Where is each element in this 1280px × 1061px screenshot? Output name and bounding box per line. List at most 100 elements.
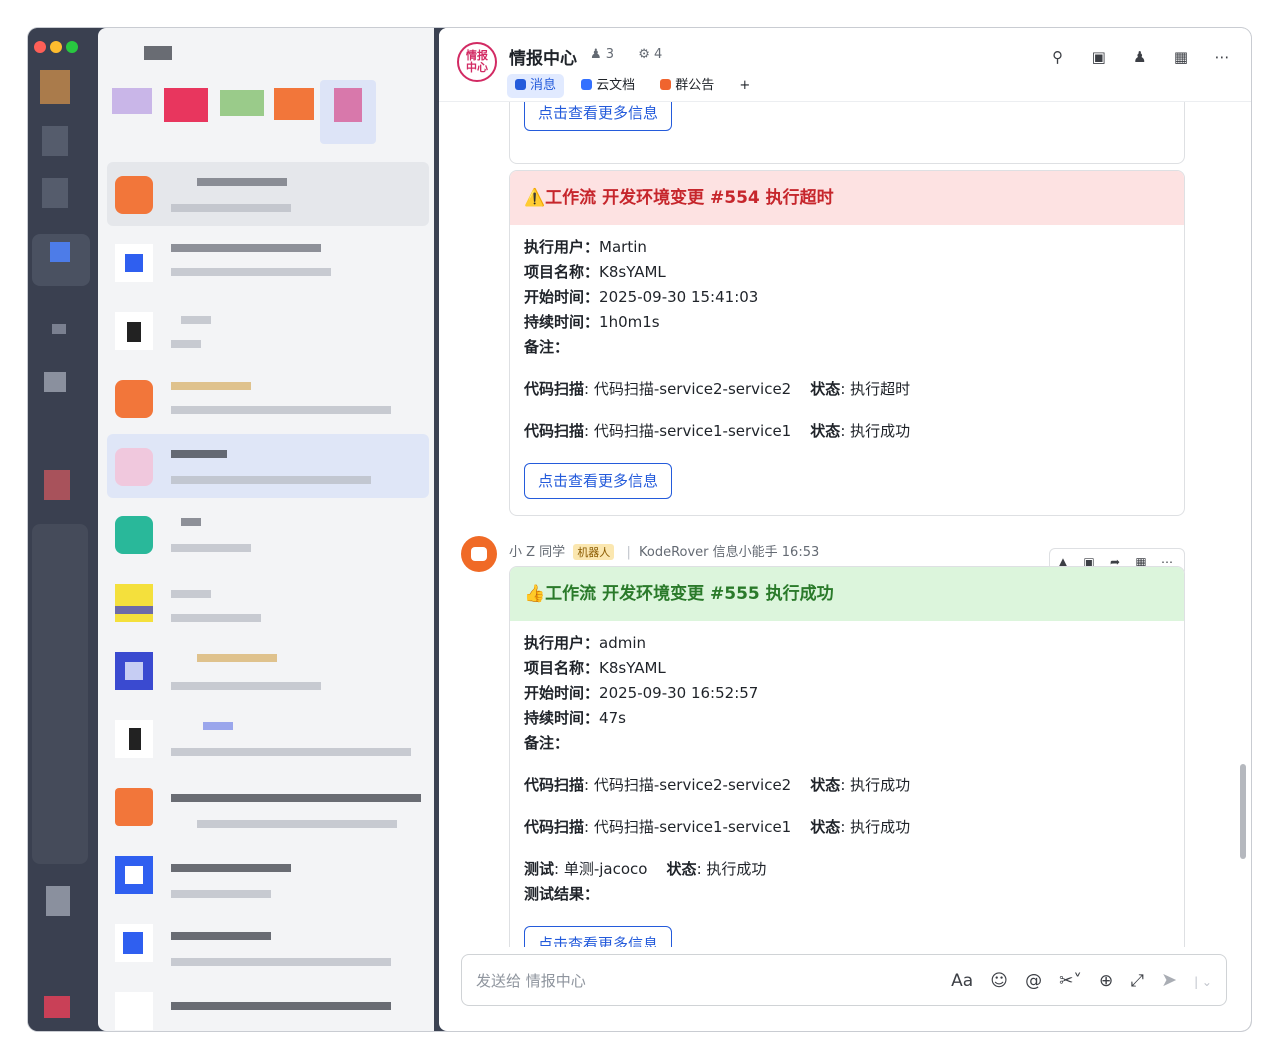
- list-item[interactable]: [107, 162, 429, 226]
- chat-bubble-icon: [515, 79, 526, 90]
- chat-tabs: 消息 云文档 群公告 +: [507, 74, 762, 98]
- status-key: 状态: [666, 860, 697, 878]
- add-icon[interactable]: ⊕: [1099, 968, 1113, 994]
- list-item[interactable]: [107, 570, 429, 634]
- list-item[interactable]: [107, 706, 429, 770]
- field-value: K8sYAML: [599, 659, 666, 677]
- field-colon: ：: [554, 338, 570, 356]
- more-info-button[interactable]: 点击查看更多信息: [524, 102, 673, 131]
- tab-announcement[interactable]: 群公告: [652, 74, 722, 98]
- tab-docs[interactable]: 云文档: [573, 74, 643, 98]
- search-icon[interactable]: ⚲: [1047, 46, 1069, 68]
- field-colon: ：: [584, 288, 600, 306]
- calendar-icon[interactable]: ▦: [1170, 46, 1192, 68]
- page-title[interactable]: 情报中心: [509, 44, 577, 69]
- text-format-icon[interactable]: Aa: [951, 968, 973, 994]
- send-options-chevron-icon[interactable]: | ⌄: [1194, 969, 1212, 995]
- scan-value: 代码扫描-service2-service2: [593, 776, 792, 794]
- add-tab-button[interactable]: +: [731, 74, 758, 98]
- minimize-window-icon[interactable]: [50, 41, 62, 53]
- field-key: 项目名称: [524, 659, 585, 677]
- rail-item[interactable]: [52, 324, 66, 334]
- source-name[interactable]: KodeRover 信息小能手: [639, 545, 778, 560]
- scan-key: 代码扫描: [524, 818, 585, 836]
- bot-avatar[interactable]: [461, 536, 497, 572]
- field-row: 备注：: [524, 731, 1170, 756]
- field-key: 持续时间: [524, 313, 585, 331]
- send-icon[interactable]: ➤: [1161, 967, 1177, 993]
- group-meta: ♟ 3 ⚙ 4: [590, 47, 682, 62]
- scan-value: 代码扫描-service1-service1: [593, 422, 792, 440]
- rail-item[interactable]: [42, 178, 68, 208]
- maximize-window-icon[interactable]: [66, 41, 78, 53]
- rail-item[interactable]: [42, 126, 68, 156]
- sender-name[interactable]: 小 Z 同学: [509, 545, 565, 560]
- tab-messages[interactable]: 消息: [507, 74, 565, 98]
- more-icon[interactable]: ⋯: [1211, 46, 1233, 68]
- field-key: 执行用户: [524, 238, 585, 256]
- field-value: 2025-09-30 16:52:57: [599, 684, 759, 702]
- rail-item[interactable]: [44, 996, 70, 1018]
- list-item[interactable]: [107, 502, 429, 566]
- expand-icon[interactable]: ⤢: [1130, 968, 1144, 994]
- scan-key: 代码扫描: [524, 380, 585, 398]
- status-key: 状态: [810, 818, 841, 836]
- list-item[interactable]: [107, 842, 429, 906]
- list-item[interactable]: [107, 774, 429, 838]
- member-count[interactable]: ♟ 3: [590, 47, 624, 62]
- screenshot-icon[interactable]: ✂˅: [1059, 968, 1082, 994]
- field-row: 持续时间：1h0m1s: [524, 310, 1170, 335]
- message-card-partial: 点击查看更多信息: [509, 102, 1185, 164]
- pinned-item[interactable]: [274, 88, 314, 120]
- rail-item[interactable]: [44, 372, 66, 392]
- list-item[interactable]: [107, 910, 429, 974]
- status-key: 状态: [810, 776, 841, 794]
- field-colon: ：: [584, 313, 600, 331]
- scan-row: 代码扫描: 代码扫描-service1-service1 状态: 执行成功: [524, 818, 911, 836]
- composer-toolbar: Aa ☺ @ ✂˅ ⊕ ⤢ ➤ | ⌄: [939, 967, 1212, 995]
- group-avatar[interactable]: 情报 中心: [457, 42, 497, 82]
- field-key: 备注: [524, 338, 555, 356]
- status-value: 执行成功: [850, 776, 911, 794]
- more-info-button[interactable]: 点击查看更多信息: [524, 926, 673, 947]
- rail-item[interactable]: [46, 886, 70, 916]
- list-item[interactable]: [107, 434, 429, 498]
- close-window-icon[interactable]: [34, 41, 46, 53]
- scan-row: 代码扫描: 代码扫描-service2-service2 状态: 执行成功: [524, 776, 911, 794]
- field-row: 执行用户：admin: [524, 631, 1170, 656]
- card-title: 👍工作流 开发环境变更 #555 执行成功: [510, 567, 1184, 621]
- rail-avatar[interactable]: [40, 70, 70, 104]
- mention-icon[interactable]: @: [1025, 968, 1042, 994]
- field-row: 项目名称：K8sYAML: [524, 260, 1170, 285]
- doc-icon: [581, 79, 593, 90]
- header-actions: ⚲ ▣ ♟ ▦ ⋯: [1033, 46, 1233, 68]
- emoji-icon[interactable]: ☺: [990, 968, 1008, 994]
- more-info-button[interactable]: 点击查看更多信息: [524, 463, 673, 499]
- pinned-item[interactable]: [164, 88, 208, 122]
- message-card: ⚠️工作流 开发环境变更 #554 执行超时 执行用户：Martin 项目名称：…: [509, 170, 1185, 516]
- scrollbar[interactable]: [1240, 764, 1246, 859]
- field-value: 2025-09-30 15:41:03: [599, 288, 759, 306]
- message-list: 点击查看更多信息 ⚠️工作流 开发环境变更 #554 执行超时 执行用户：Mar…: [439, 102, 1251, 947]
- video-call-icon[interactable]: ▣: [1088, 46, 1110, 68]
- rail-item[interactable]: [44, 470, 70, 500]
- field-row: 开始时间：2025-09-30 16:52:57: [524, 681, 1170, 706]
- list-item[interactable]: [107, 978, 429, 1031]
- scan-key: 代码扫描: [524, 422, 585, 440]
- field-key: 持续时间: [524, 709, 585, 727]
- megaphone-icon: [660, 79, 672, 90]
- scan-value: 代码扫描-service2-service2: [593, 380, 792, 398]
- field-key: 测试结果: [524, 885, 585, 903]
- pinned-item[interactable]: [220, 90, 264, 116]
- add-member-icon[interactable]: ♟: [1129, 46, 1151, 68]
- test-value: 单测-jacoco: [563, 860, 648, 878]
- list-item[interactable]: [107, 366, 429, 430]
- bot-count[interactable]: ⚙ 4: [638, 47, 672, 62]
- pinned-item[interactable]: [112, 88, 152, 114]
- list-item[interactable]: [107, 298, 429, 362]
- scan-value: 代码扫描-service1-service1: [593, 818, 792, 836]
- list-item[interactable]: [107, 230, 429, 294]
- field-colon: ：: [584, 659, 600, 677]
- message-input[interactable]: [476, 969, 896, 993]
- list-item[interactable]: [107, 638, 429, 702]
